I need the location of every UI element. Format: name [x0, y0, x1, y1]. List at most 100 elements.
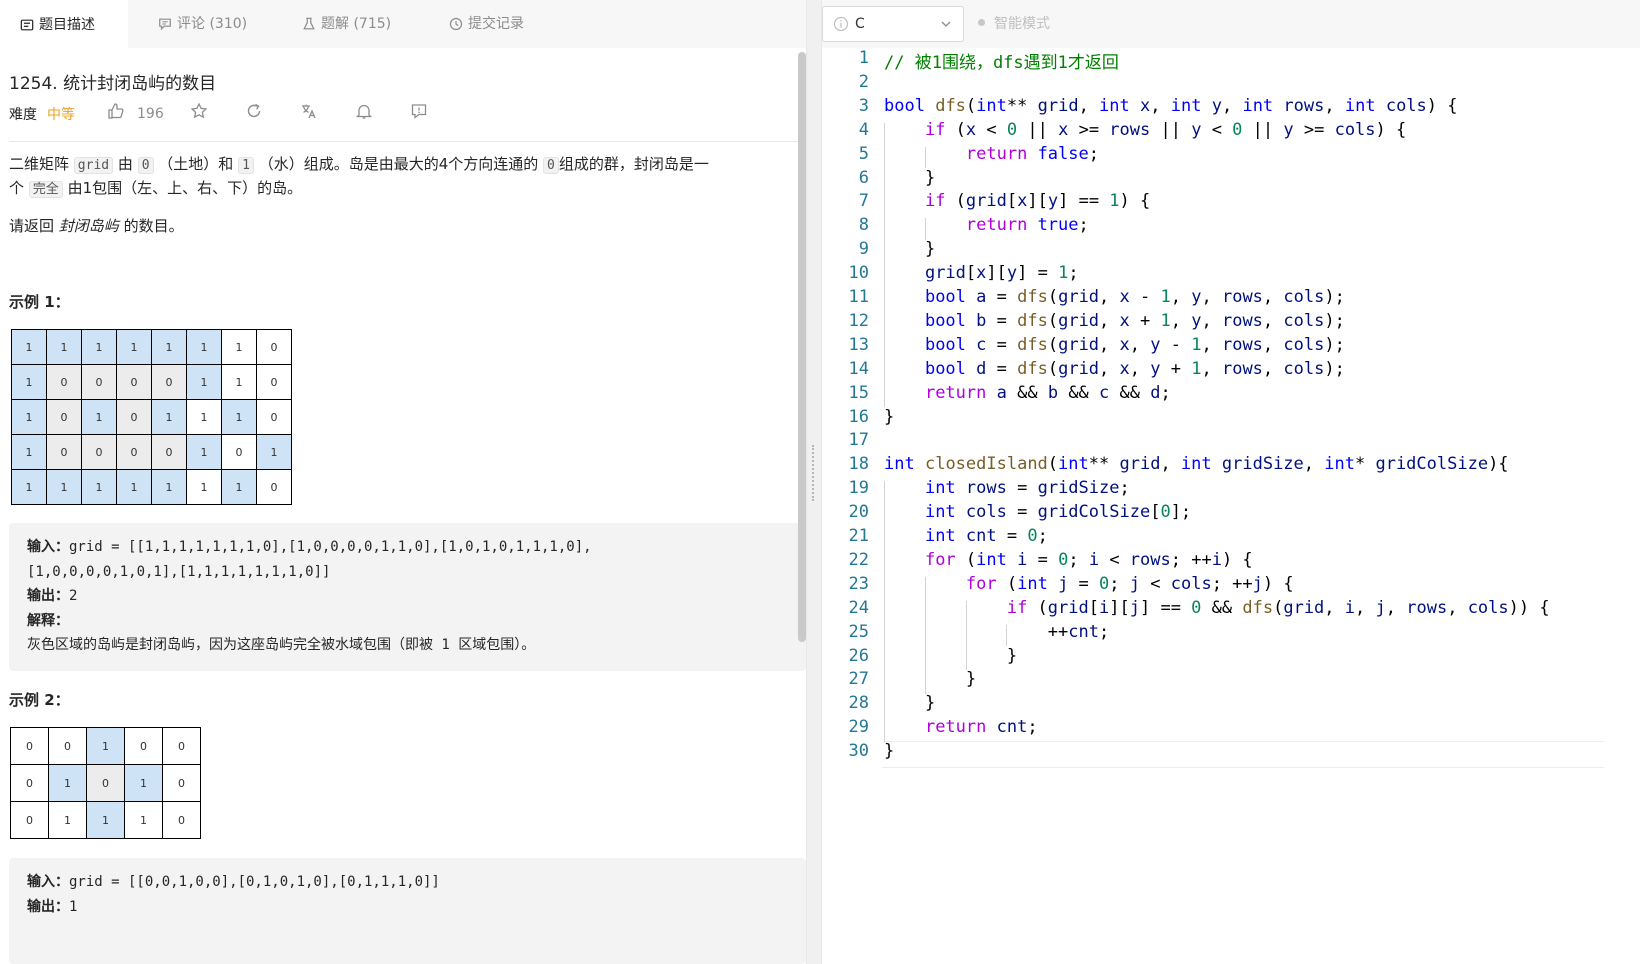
input-value: grid = [[0,0,1,0,0],[0,1,0,1,0],[0,1,1,1…: [69, 874, 440, 890]
grid-cell: 0: [81, 364, 117, 400]
line-number: 19: [848, 478, 869, 499]
grid-cell: 1: [221, 364, 257, 400]
code-line[interactable]: int rows = gridSize;: [884, 478, 1130, 498]
grid-cell: 0: [221, 434, 257, 470]
line-number: 8: [858, 215, 869, 236]
share-icon[interactable]: [245, 102, 263, 120]
star-icon[interactable]: [190, 102, 208, 120]
explain-text: 区域包围）。: [458, 637, 536, 653]
code-line[interactable]: if (grid[i][j] == 0 && dfs(grid, i, j, r…: [884, 598, 1550, 618]
inline-code: 1: [238, 157, 254, 174]
code-line[interactable]: }: [884, 168, 935, 188]
like-count: 196: [137, 106, 164, 122]
code-line[interactable]: ++cnt;: [884, 622, 1109, 642]
grid-cell: 1: [11, 399, 47, 435]
feedback-icon[interactable]: [410, 102, 428, 120]
code-line[interactable]: bool a = dfs(grid, x - 1, y, rows, cols)…: [884, 287, 1345, 307]
grid-cell: 0: [162, 801, 201, 839]
input-value-cont: [1,0,0,0,0,1,0,1],[1,1,1,1,1,1,1,0]]: [27, 564, 331, 580]
code-line[interactable]: return cnt;: [884, 717, 1038, 737]
code-line[interactable]: for (int j = 0; j < cols; ++j) {: [884, 574, 1294, 594]
code-line[interactable]: int cnt = 0;: [884, 526, 1048, 546]
code-line[interactable]: }: [884, 646, 1017, 666]
line-number: 4: [858, 119, 869, 140]
inline-code: 0: [543, 157, 559, 174]
smart-mode-toggle[interactable]: 智能模式: [994, 13, 1050, 33]
info-icon: [833, 16, 849, 32]
thumbs-up-icon[interactable]: [107, 102, 125, 120]
grid-cell: 1: [46, 329, 82, 365]
grid-cell: 0: [124, 727, 163, 765]
code-line[interactable]: }: [884, 693, 935, 713]
grid-cell: 1: [81, 399, 117, 435]
grid-cell: 1: [11, 364, 47, 400]
tab-comments[interactable]: 评论 (310): [158, 0, 247, 48]
code-line[interactable]: bool b = dfs(grid, x + 1, y, rows, cols)…: [884, 311, 1345, 331]
grid-row: 00100: [10, 727, 201, 765]
code-line[interactable]: bool dfs(int** grid, int x, int y, int r…: [884, 96, 1458, 116]
tab-comments-label: 评论 (310): [177, 16, 248, 32]
desc-text: 二维矩阵: [9, 155, 70, 173]
output-label: 输出：: [27, 588, 69, 604]
grid-cell: 0: [86, 764, 125, 802]
example-1-heading: 示例 1：: [9, 293, 70, 311]
mode-indicator-dot: [978, 19, 985, 26]
history-icon: [449, 17, 463, 31]
code-line[interactable]: grid[x][y] = 1;: [884, 263, 1079, 283]
code-line[interactable]: }: [884, 239, 935, 259]
code-line[interactable]: bool d = dfs(grid, x, y + 1, rows, cols)…: [884, 359, 1345, 379]
grid-cell: 0: [10, 801, 49, 839]
line-number: 30: [848, 741, 869, 762]
code-line[interactable]: return a && b && c && d;: [884, 383, 1171, 403]
language-value: C: [855, 16, 865, 32]
code-editor[interactable]: 1// 被1围绕，dfs遇到1才返回 2 3 bool dfs(int** grid,…: [822, 48, 1640, 964]
code-line[interactable]: int cols = gridColSize[0];: [884, 502, 1191, 522]
grid-cell: 0: [116, 434, 152, 470]
tab-solutions-label: 题解 (715): [321, 16, 392, 32]
line-number: 27: [848, 669, 869, 690]
indent-guide: [884, 122, 885, 408]
problem-meta: 难度 中等 196: [9, 102, 449, 126]
code-line[interactable]: return false;: [884, 144, 1099, 164]
description-paragraph-1-cont: 个 完全 由1包围（左、上、右、下）的岛。: [9, 176, 302, 202]
description-scrollbar[interactable]: [798, 52, 806, 642]
line-number: 28: [848, 693, 869, 714]
tab-description[interactable]: 题目描述: [0, 0, 128, 49]
line-number: 15: [848, 382, 869, 403]
language-select[interactable]: C: [822, 6, 964, 42]
tab-submissions[interactable]: 提交记录: [449, 0, 524, 48]
inline-code: grid: [73, 157, 114, 174]
code-line[interactable]: if (grid[x][y] == 1) {: [884, 191, 1150, 211]
grid-cell: 1: [221, 329, 257, 365]
code-line[interactable]: }: [884, 407, 894, 427]
code-line[interactable]: }: [884, 741, 894, 761]
code-line[interactable]: return true;: [884, 215, 1089, 235]
translate-icon[interactable]: [300, 102, 318, 120]
flask-icon: [303, 17, 315, 30]
indent-guide: [924, 146, 926, 169]
tab-solutions[interactable]: 题解 (715): [302, 0, 391, 48]
splitter-handle[interactable]: [812, 445, 817, 501]
grid-cell: 0: [151, 364, 187, 400]
code-line[interactable]: }: [884, 669, 976, 689]
current-line-highlight: [882, 741, 1604, 769]
bell-icon[interactable]: [355, 102, 373, 120]
explain-code: 1: [433, 637, 459, 653]
line-number: 2: [858, 71, 869, 92]
code-line[interactable]: bool c = dfs(grid, x, y - 1, rows, cols)…: [884, 335, 1345, 355]
description-paragraph-1: 二维矩阵 grid 由 0 （土地）和 1 （水）组成。岛是由最大的4个方向连通…: [9, 152, 709, 178]
grid-cell: 1: [151, 469, 187, 505]
code-line[interactable]: if (x < 0 || x >= rows || y < 0 || y >= …: [884, 120, 1406, 140]
output-value: 2: [69, 588, 78, 604]
code-line[interactable]: for (int i = 0; i < rows; ++i) {: [884, 550, 1253, 570]
example-1-box: 输入：grid = [[1,1,1,1,1,1,1,0],[1,0,0,0,0,…: [9, 523, 806, 671]
grid-cell: 0: [116, 399, 152, 435]
explain-text: 灰色区域的岛屿是封闭岛屿，因为这座岛屿完全被水域包围（即被: [27, 637, 433, 653]
tab-bar: 题目描述 评论 (310) 题解 (715) 提交记录: [0, 0, 822, 49]
code-line[interactable]: int closedIsland(int** grid, int gridSiz…: [884, 454, 1509, 474]
divider: [9, 141, 806, 142]
problem-title: 1254. 统计封闭岛屿的数目: [9, 74, 217, 94]
code-line[interactable]: // 被1围绕，dfs遇到1才返回: [884, 48, 1119, 73]
input-label: 输入：: [27, 874, 69, 890]
grid-cell: 1: [11, 469, 47, 505]
